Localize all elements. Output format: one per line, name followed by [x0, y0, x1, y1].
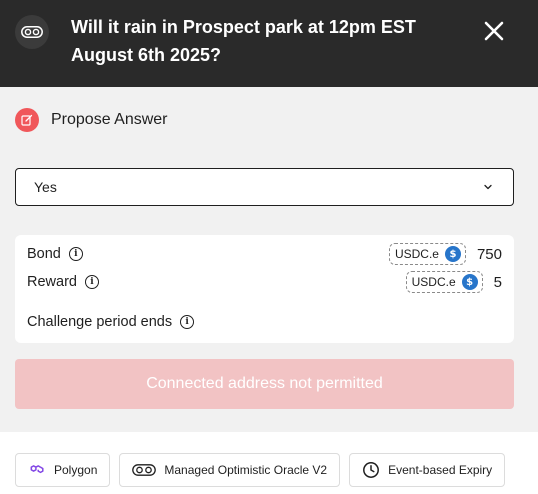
info-icon[interactable]: i: [84, 275, 99, 289]
close-button[interactable]: [478, 15, 510, 47]
reward-value: USDC.e $ 5: [405, 271, 502, 293]
page-title: Will it rain in Prospect park at 12pm ES…: [71, 17, 416, 65]
reward-amount: 5: [493, 273, 502, 291]
bond-label: Bond: [27, 246, 61, 262]
oracle-eyes-icon: [132, 464, 157, 476]
token-pill: USDC.e $: [405, 271, 483, 293]
chip-expiry[interactable]: Event-based Expiry: [349, 453, 506, 487]
edit-icon: [15, 108, 39, 132]
reward-label-row: Reward i: [27, 274, 99, 290]
challenge-label: Challenge period ends: [27, 314, 173, 330]
bond-amount: 750: [476, 245, 502, 263]
bond-value: USDC.e $ 750: [388, 243, 502, 265]
chip-polygon[interactable]: Polygon: [15, 453, 111, 487]
challenge-label-row: Challenge period ends i: [27, 314, 195, 330]
chip-label: Event-based Expiry: [388, 463, 493, 477]
close-icon: [484, 21, 504, 41]
usdc-icon: $: [461, 274, 478, 290]
usdc-icon: $: [444, 246, 461, 262]
propose-submit-button[interactable]: Connected address not permitted: [15, 359, 514, 409]
answer-select-value: Yes: [34, 179, 57, 195]
propose-panel: Propose Answer Yes Bond i USDC.e $ 750 R…: [0, 87, 538, 432]
token-label: USDC.e: [411, 275, 456, 289]
chevron-down-icon: [484, 184, 492, 190]
token-label: USDC.e: [394, 247, 439, 261]
propose-label: Propose Answer: [51, 111, 168, 128]
oracle-eyes-icon: [15, 15, 49, 49]
info-icon[interactable]: i: [180, 315, 195, 329]
token-pill: USDC.e $: [388, 243, 466, 265]
market-tags: Polygon Managed Optimistic Oracle V2 Eve…: [15, 453, 506, 487]
polygon-icon: [28, 463, 46, 477]
header-bar: Will it rain in Prospect park at 12pm ES…: [0, 0, 538, 87]
chip-oracle[interactable]: Managed Optimistic Oracle V2: [119, 453, 341, 487]
chip-label: Polygon: [54, 463, 98, 477]
clock-icon: [362, 461, 380, 479]
reward-label: Reward: [27, 274, 77, 290]
answer-select[interactable]: Yes: [15, 168, 514, 206]
chip-label: Managed Optimistic Oracle V2: [164, 463, 328, 477]
propose-header: Propose Answer: [15, 108, 168, 132]
info-icon[interactable]: i: [68, 247, 83, 261]
bond-label-row: Bond i: [27, 246, 83, 262]
details-card: Bond i USDC.e $ 750 Reward i USDC.e $ 5 …: [15, 235, 514, 343]
